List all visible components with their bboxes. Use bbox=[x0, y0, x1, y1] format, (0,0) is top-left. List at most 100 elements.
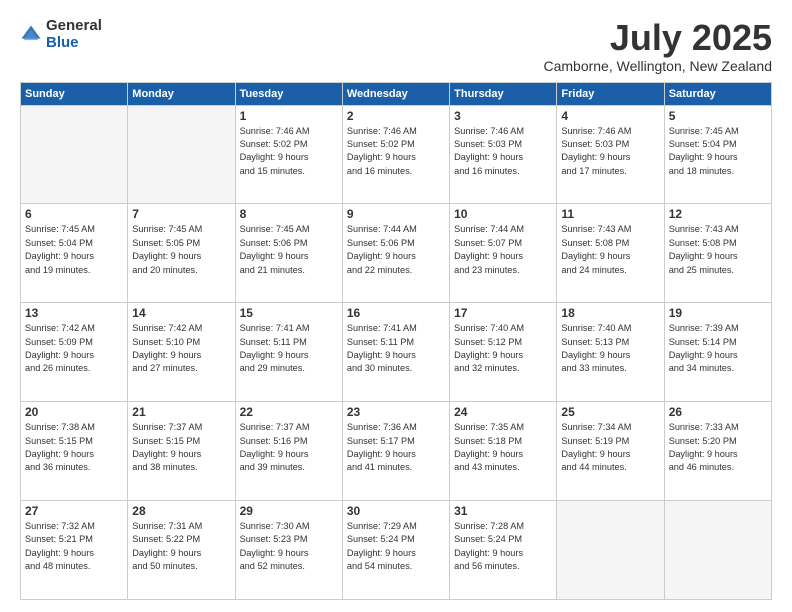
calendar-cell: 7 Sunrise: 7:45 AMSunset: 5:05 PMDaylight… bbox=[128, 204, 235, 303]
calendar-cell: 30 Sunrise: 7:29 AMSunset: 5:24 PMDayligh… bbox=[342, 501, 449, 600]
calendar-cell bbox=[664, 501, 771, 600]
calendar-header-row: SundayMondayTuesdayWednesdayThursdayFrid… bbox=[21, 82, 772, 105]
calendar-header-monday: Monday bbox=[128, 82, 235, 105]
day-info: Sunrise: 7:29 AMSunset: 5:24 PMDaylight:… bbox=[347, 520, 445, 573]
day-info: Sunrise: 7:46 AMSunset: 5:02 PMDaylight:… bbox=[347, 125, 445, 178]
calendar-cell: 26Sunrise: 7:33 AMSunset: 5:20 PMDayligh… bbox=[664, 402, 771, 501]
calendar-cell: 10 Sunrise: 7:44 AMSunset: 5:07 PMDayligh… bbox=[450, 204, 557, 303]
logo-text: General Blue bbox=[46, 18, 102, 51]
day-number: 15 bbox=[240, 306, 338, 320]
day-number: 22 bbox=[240, 405, 338, 419]
day-info: Sunrise: 7:32 AMSunset: 5:21 PMDaylight:… bbox=[25, 520, 123, 573]
calendar-header-tuesday: Tuesday bbox=[235, 82, 342, 105]
day-info: Sunrise: 7:36 AMSunset: 5:17 PMDaylight:… bbox=[347, 421, 445, 474]
calendar-table: SundayMondayTuesdayWednesdayThursdayFrid… bbox=[20, 82, 772, 600]
day-info: Sunrise: 7:43 AMSunset: 5:08 PMDaylight:… bbox=[669, 223, 767, 276]
calendar-cell: 4 Sunrise: 7:46 AMSunset: 5:03 PMDaylight… bbox=[557, 105, 664, 204]
day-info: Sunrise: 7:41 AMSunset: 5:11 PMDaylight:… bbox=[347, 322, 445, 375]
day-number: 4 bbox=[561, 109, 659, 123]
calendar-cell: 15 Sunrise: 7:41 AMSunset: 5:11 PMDayligh… bbox=[235, 303, 342, 402]
calendar-cell: 3 Sunrise: 7:46 AMSunset: 5:03 PMDaylight… bbox=[450, 105, 557, 204]
calendar-week-3: 20 Sunrise: 7:38 AMSunset: 5:15 PMDayligh… bbox=[21, 402, 772, 501]
day-info: Sunrise: 7:37 AMSunset: 5:15 PMDaylight:… bbox=[132, 421, 230, 474]
calendar-cell: 28 Sunrise: 7:31 AMSunset: 5:22 PMDayligh… bbox=[128, 501, 235, 600]
calendar-cell: 27 Sunrise: 7:32 AMSunset: 5:21 PMDayligh… bbox=[21, 501, 128, 600]
day-info: Sunrise: 7:44 AMSunset: 5:06 PMDaylight:… bbox=[347, 223, 445, 276]
day-info: Sunrise: 7:46 AMSunset: 5:02 PMDaylight:… bbox=[240, 125, 338, 178]
day-number: 12 bbox=[669, 207, 767, 221]
calendar-cell: 25 Sunrise: 7:34 AMSunset: 5:19 PMDayligh… bbox=[557, 402, 664, 501]
page: General Blue July 2025 Camborne, Welling… bbox=[0, 0, 792, 612]
day-info: Sunrise: 7:39 AMSunset: 5:14 PMDaylight:… bbox=[669, 322, 767, 375]
calendar-header-friday: Friday bbox=[557, 82, 664, 105]
day-number: 2 bbox=[347, 109, 445, 123]
header: General Blue July 2025 Camborne, Welling… bbox=[20, 18, 772, 74]
calendar-week-2: 13 Sunrise: 7:42 AMSunset: 5:09 PMDayligh… bbox=[21, 303, 772, 402]
day-number: 24 bbox=[454, 405, 552, 419]
day-number: 19 bbox=[669, 306, 767, 320]
day-info: Sunrise: 7:28 AMSunset: 5:24 PMDaylight:… bbox=[454, 520, 552, 573]
day-info: Sunrise: 7:38 AMSunset: 5:15 PMDaylight:… bbox=[25, 421, 123, 474]
day-number: 6 bbox=[25, 207, 123, 221]
calendar-cell: 14 Sunrise: 7:42 AMSunset: 5:10 PMDayligh… bbox=[128, 303, 235, 402]
calendar-cell: 18Sunrise: 7:40 AMSunset: 5:13 PMDayligh… bbox=[557, 303, 664, 402]
day-number: 27 bbox=[25, 504, 123, 518]
day-number: 9 bbox=[347, 207, 445, 221]
day-number: 14 bbox=[132, 306, 230, 320]
calendar-cell: 2 Sunrise: 7:46 AMSunset: 5:02 PMDaylight… bbox=[342, 105, 449, 204]
logo-general: General bbox=[46, 18, 102, 35]
day-number: 21 bbox=[132, 405, 230, 419]
day-number: 29 bbox=[240, 504, 338, 518]
calendar-header-wednesday: Wednesday bbox=[342, 82, 449, 105]
day-number: 16 bbox=[347, 306, 445, 320]
calendar-cell: 16 Sunrise: 7:41 AMSunset: 5:11 PMDayligh… bbox=[342, 303, 449, 402]
calendar-cell: 29 Sunrise: 7:30 AMSunset: 5:23 PMDayligh… bbox=[235, 501, 342, 600]
calendar-week-4: 27 Sunrise: 7:32 AMSunset: 5:21 PMDayligh… bbox=[21, 501, 772, 600]
calendar-cell: 6 Sunrise: 7:45 AMSunset: 5:04 PMDaylight… bbox=[21, 204, 128, 303]
calendar-cell bbox=[21, 105, 128, 204]
location: Camborne, Wellington, New Zealand bbox=[543, 58, 772, 74]
day-number: 1 bbox=[240, 109, 338, 123]
day-number: 20 bbox=[25, 405, 123, 419]
calendar-cell: 31 Sunrise: 7:28 AMSunset: 5:24 PMDayligh… bbox=[450, 501, 557, 600]
logo: General Blue bbox=[20, 18, 102, 51]
day-number: 25 bbox=[561, 405, 659, 419]
day-info: Sunrise: 7:46 AMSunset: 5:03 PMDaylight:… bbox=[561, 125, 659, 178]
day-info: Sunrise: 7:45 AMSunset: 5:05 PMDaylight:… bbox=[132, 223, 230, 276]
day-info: Sunrise: 7:45 AMSunset: 5:04 PMDaylight:… bbox=[25, 223, 123, 276]
day-number: 10 bbox=[454, 207, 552, 221]
logo-blue: Blue bbox=[46, 35, 102, 52]
day-number: 28 bbox=[132, 504, 230, 518]
day-info: Sunrise: 7:45 AMSunset: 5:04 PMDaylight:… bbox=[669, 125, 767, 178]
day-number: 7 bbox=[132, 207, 230, 221]
calendar-cell: 22 Sunrise: 7:37 AMSunset: 5:16 PMDayligh… bbox=[235, 402, 342, 501]
day-number: 30 bbox=[347, 504, 445, 518]
day-number: 31 bbox=[454, 504, 552, 518]
day-number: 8 bbox=[240, 207, 338, 221]
calendar-week-1: 6 Sunrise: 7:45 AMSunset: 5:04 PMDaylight… bbox=[21, 204, 772, 303]
calendar-cell: 8Sunrise: 7:45 AMSunset: 5:06 PMDaylight… bbox=[235, 204, 342, 303]
day-info: Sunrise: 7:30 AMSunset: 5:23 PMDaylight:… bbox=[240, 520, 338, 573]
day-info: Sunrise: 7:40 AMSunset: 5:13 PMDaylight:… bbox=[561, 322, 659, 375]
day-info: Sunrise: 7:44 AMSunset: 5:07 PMDaylight:… bbox=[454, 223, 552, 276]
day-info: Sunrise: 7:46 AMSunset: 5:03 PMDaylight:… bbox=[454, 125, 552, 178]
calendar-cell: 5Sunrise: 7:45 AMSunset: 5:04 PMDaylight… bbox=[664, 105, 771, 204]
calendar-cell: 11Sunrise: 7:43 AMSunset: 5:08 PMDayligh… bbox=[557, 204, 664, 303]
day-number: 23 bbox=[347, 405, 445, 419]
calendar-cell: 9 Sunrise: 7:44 AMSunset: 5:06 PMDaylight… bbox=[342, 204, 449, 303]
calendar-cell: 1 Sunrise: 7:46 AMSunset: 5:02 PMDaylight… bbox=[235, 105, 342, 204]
calendar-cell: 24 Sunrise: 7:35 AMSunset: 5:18 PMDayligh… bbox=[450, 402, 557, 501]
day-number: 13 bbox=[25, 306, 123, 320]
day-info: Sunrise: 7:31 AMSunset: 5:22 PMDaylight:… bbox=[132, 520, 230, 573]
day-info: Sunrise: 7:42 AMSunset: 5:10 PMDaylight:… bbox=[132, 322, 230, 375]
day-info: Sunrise: 7:33 AMSunset: 5:20 PMDaylight:… bbox=[669, 421, 767, 474]
day-info: Sunrise: 7:42 AMSunset: 5:09 PMDaylight:… bbox=[25, 322, 123, 375]
day-number: 3 bbox=[454, 109, 552, 123]
day-info: Sunrise: 7:34 AMSunset: 5:19 PMDaylight:… bbox=[561, 421, 659, 474]
month-title: July 2025 bbox=[543, 18, 772, 58]
day-info: Sunrise: 7:40 AMSunset: 5:12 PMDaylight:… bbox=[454, 322, 552, 375]
day-info: Sunrise: 7:41 AMSunset: 5:11 PMDaylight:… bbox=[240, 322, 338, 375]
calendar-cell: 12 Sunrise: 7:43 AMSunset: 5:08 PMDayligh… bbox=[664, 204, 771, 303]
day-info: Sunrise: 7:37 AMSunset: 5:16 PMDaylight:… bbox=[240, 421, 338, 474]
day-info: Sunrise: 7:35 AMSunset: 5:18 PMDaylight:… bbox=[454, 421, 552, 474]
